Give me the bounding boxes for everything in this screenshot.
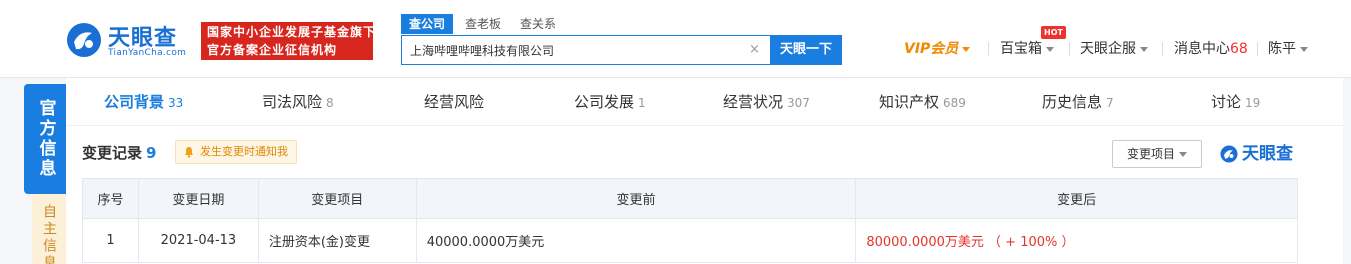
messages-count: 68 [1230, 41, 1248, 57]
tab-label: 历史信息 [1042, 93, 1103, 111]
side-tab-label: 自主信息 [41, 204, 57, 264]
search-tab-relation[interactable]: 查关系 [520, 14, 556, 34]
chevron-down-icon [1300, 46, 1308, 52]
section-title: 变更记录 9 [82, 142, 156, 163]
tab-label: 经营风险 [424, 93, 485, 111]
column-header: 变更项目 [257, 178, 417, 219]
tab-label: 知识产权 [879, 93, 940, 111]
chevron-down-icon [1046, 46, 1054, 52]
table-header-row: 序号 变更日期 变更项目 变更前 变更后 [82, 178, 1298, 219]
tab-intellectual-property[interactable]: 知识产权 689 [879, 78, 966, 126]
notify-label: 发生变更时通知我 [200, 145, 288, 158]
row-index: 1 [82, 218, 139, 263]
toolbox-label: 百宝箱 [1000, 41, 1042, 57]
brand-watermark: 天眼查 [1220, 142, 1293, 166]
vip-label: VIP会员 [904, 41, 959, 57]
divider [1069, 42, 1070, 56]
clear-icon[interactable]: × [749, 42, 760, 57]
tab-count: 19 [1245, 96, 1261, 110]
column-header: 序号 [82, 178, 139, 219]
tab-count: 689 [943, 96, 966, 110]
badge-line-2: 官方备案企业征信机构 [207, 43, 338, 57]
logo-domain: TianYanCha.com [108, 48, 187, 58]
filter-label: 变更项目 [1126, 147, 1175, 161]
enterprise-label: 天眼企服 [1080, 41, 1136, 57]
tab-count: 8 [326, 96, 334, 110]
tab-label: 讨论 [1211, 93, 1242, 111]
column-header: 变更日期 [137, 178, 259, 219]
change-date: 2021-04-13 [137, 218, 259, 263]
bell-icon [185, 147, 193, 158]
tab-count: 33 [168, 96, 184, 110]
enterprise-menu[interactable]: 天眼企服 [1080, 38, 1148, 60]
site-logo[interactable]: 天眼查 TianYanCha.com [66, 20, 192, 62]
side-tab-self-info[interactable]: 自主信息 [32, 194, 66, 264]
tianyancha-logo-icon [1220, 145, 1238, 163]
top-header: 天眼查 TianYanCha.com 国家中小企业发展子基金旗下 官方备案企业征… [0, 0, 1351, 78]
change-record-table: 序号 变更日期 变更项目 变更前 变更后 1 2021-04-13 注册资本(金… [82, 178, 1298, 263]
tianyancha-logo-icon [67, 23, 101, 57]
chevron-down-icon [1179, 152, 1187, 157]
tab-history-info[interactable]: 历史信息 7 [1042, 78, 1114, 126]
search-input[interactable] [402, 36, 770, 64]
chevron-down-icon [1140, 46, 1148, 52]
tab-operating-status[interactable]: 经营状况 307 [723, 78, 810, 126]
message-center-link[interactable]: 消息中心68 [1174, 38, 1248, 60]
tab-company-background[interactable]: 公司背景 33 [104, 78, 183, 126]
user-name: 陈平 [1268, 41, 1296, 57]
change-item: 注册资本(金)变更 [257, 218, 417, 263]
divider [1257, 42, 1258, 56]
badge-line-1: 国家中小企业发展子基金旗下 [207, 25, 373, 39]
watermark-text: 天眼查 [1242, 144, 1293, 164]
tab-label: 经营状况 [723, 93, 784, 111]
section-title-text: 变更记录 [82, 144, 143, 162]
search-button[interactable]: 天眼一下 [770, 35, 842, 65]
chevron-down-icon [962, 46, 971, 52]
tab-label: 司法风险 [262, 93, 323, 111]
main-panel: 公司背景 33 司法风险 8 经营风险 公司发展 1 经营状况 307 知识产权 689 … [66, 78, 1343, 264]
messages-label: 消息中心 [1174, 41, 1230, 57]
change-item-filter[interactable]: 变更项目 [1112, 140, 1202, 168]
column-header: 变更后 [855, 178, 1298, 219]
category-tabs: 公司背景 33 司法风险 8 经营风险 公司发展 1 经营状况 307 知识产权 689 … [66, 78, 1343, 126]
vip-menu[interactable]: VIP会员 [904, 38, 971, 60]
section-count: 9 [146, 144, 157, 162]
user-menu[interactable]: 陈平 [1268, 38, 1308, 60]
notify-on-change-button[interactable]: 发生变更时通知我 [175, 140, 297, 164]
value-after: 80000.0000万美元 （ + 100% ） [855, 218, 1298, 263]
official-badge[interactable]: 国家中小企业发展子基金旗下 官方备案企业征信机构 [201, 22, 373, 60]
side-tab-official-info[interactable]: 官方信息 [24, 84, 66, 194]
search-box: × 天眼一下 [401, 35, 842, 65]
tab-operating-risk[interactable]: 经营风险 [424, 78, 484, 126]
search-tab-boss[interactable]: 查老板 [465, 14, 501, 34]
side-tab-label: 官方信息 [35, 99, 56, 179]
tab-discussion[interactable]: 讨论 19 [1211, 78, 1260, 126]
tab-count: 7 [1106, 96, 1114, 110]
toolbox-menu[interactable]: 百宝箱 [1000, 38, 1054, 60]
tab-company-development[interactable]: 公司发展 1 [574, 78, 646, 126]
table-row: 1 2021-04-13 注册资本(金)变更 40000.0000万美元 800… [82, 218, 1298, 263]
divider [988, 42, 989, 56]
column-header: 变更前 [415, 178, 857, 219]
divider [1162, 42, 1163, 56]
tab-label: 公司发展 [574, 93, 635, 111]
search-tab-company[interactable]: 查公司 [401, 14, 454, 34]
tab-count: 307 [787, 96, 810, 110]
value-before: 40000.0000万美元 [415, 218, 857, 263]
tab-count: 1 [638, 96, 646, 110]
tab-label: 公司背景 [104, 93, 165, 111]
tab-judicial-risk[interactable]: 司法风险 8 [262, 78, 334, 126]
